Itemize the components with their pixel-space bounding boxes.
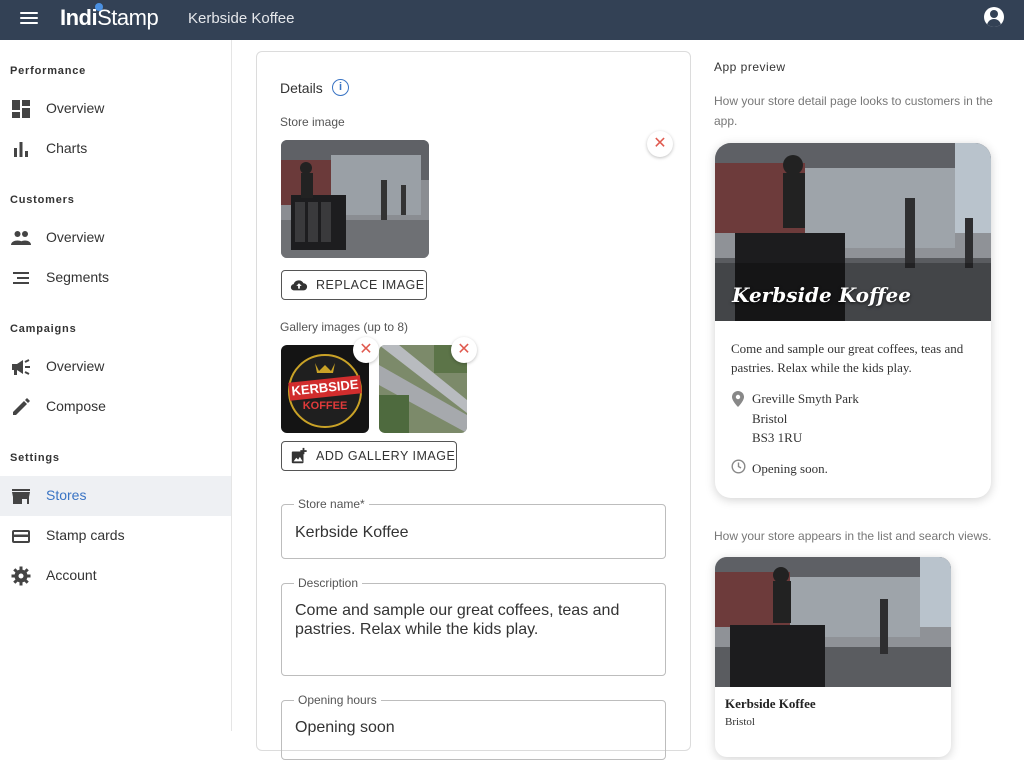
store-title: Kerbside Koffee [188,10,295,27]
sidebar-item-customers-overview[interactable]: Overview [0,218,231,258]
sidebar-item-label: Segments [46,269,110,285]
opening-hours-value[interactable]: Opening soon [295,718,395,737]
sidebar-item-label: Stores [46,487,87,503]
list-card-store-name: Kerbside Koffee [725,696,816,711]
address-line-1: Greville Smyth Park [752,391,859,406]
details-title: Details [280,80,323,96]
sidebar-item-label: Charts [46,140,88,156]
sidebar-item-compose[interactable]: Compose [0,387,231,427]
store-detail-preview-card: Kerbside Koffee Come and sample our grea… [715,143,991,498]
brand-stamp: Stamp [97,5,159,30]
preview-address: Greville Smyth Park Bristol BS3 1RU [752,389,859,448]
store-name-field[interactable]: Store name* Kerbside Koffee [281,497,666,559]
section-settings: Settings [10,452,60,464]
dashboard-icon [12,100,30,118]
sidebar-item-stamp-cards[interactable]: Stamp cards [0,516,231,556]
pencil-icon [13,398,30,415]
sidebar-item-charts[interactable]: Charts [0,129,231,169]
store-name-label: Store name* [294,497,369,511]
store-list-preview-card: Kerbside Koffee Bristol [715,557,951,757]
section-performance: Performance [10,65,87,77]
replace-image-label: REPLACE IMAGE [316,278,425,292]
opening-hours-label: Opening hours [294,693,381,707]
remove-gallery-image-2-button[interactable]: ✕ [451,337,477,363]
opening-hours-field[interactable]: Opening hours Opening soon [281,693,666,760]
sidebar-item-account[interactable]: Account [0,556,231,596]
sidebar-item-label: Stamp cards [46,527,125,543]
preview-hours: Opening soon. [752,461,828,476]
sidebar: Performance Overview Charts Customers Ov… [0,40,232,731]
remove-gallery-image-1-button[interactable]: ✕ [353,337,379,363]
bar-chart-icon [14,142,28,157]
sidebar-item-label: Compose [46,398,106,414]
store-icon [12,489,30,504]
cloud-upload-icon [290,280,308,291]
clock-icon [731,459,746,474]
hero-store-name: Kerbside Koffee [732,283,911,307]
detail-page-description: How your store detail page looks to cust… [714,94,993,128]
segments-icon [13,272,29,284]
store-image [281,140,429,258]
add-gallery-image-label: ADD GALLERY IMAGE [316,449,456,463]
remove-store-image-button[interactable]: ✕ [647,131,673,157]
app-preview-title: App preview [714,60,786,74]
add-gallery-image-button[interactable]: ADD GALLERY IMAGE [281,441,457,471]
card-icon [12,530,30,543]
brand-indi: Indi [60,5,98,30]
sidebar-item-segments[interactable]: Segments [0,258,231,298]
brand-dot [95,3,103,11]
list-card-image [715,557,951,687]
list-card-city: Bristol [725,716,755,728]
store-name-value[interactable]: Kerbside Koffee [295,523,409,542]
sidebar-item-label: Overview [46,229,105,245]
megaphone-icon [12,359,30,375]
top-app-bar: IndiStamp Kerbside Koffee [0,0,1024,40]
sidebar-item-label: Overview [46,100,105,116]
main-content: Details i Store image ✕ REPLACE IMAGE Ga… [232,40,692,760]
info-icon[interactable]: i [332,79,349,96]
svg-text:KOFFEE: KOFFEE [303,400,348,412]
account-circle-icon[interactable] [984,7,1004,27]
description-field[interactable]: Description Come and sample our great co… [281,576,666,676]
preview-description: Come and sample our great coffees, teas … [731,341,964,375]
address-line-2: Bristol [752,410,788,426]
store-image-label: Store image [280,115,345,129]
description-label: Description [294,576,363,590]
sidebar-item-performance-overview[interactable]: Overview [0,89,231,129]
list-view-description: How your store appears in the list and s… [714,529,992,543]
app-preview-panel: App preview How your store detail page l… [692,40,1024,757]
section-customers: Customers [10,194,75,206]
section-campaigns: Campaigns [10,323,77,335]
gallery-label: Gallery images (up to 8) [280,320,409,334]
address-line-3: BS3 1RU [752,430,803,445]
sidebar-item-campaigns-overview[interactable]: Overview [0,347,231,387]
location-pin-icon [732,391,744,407]
brand-logo[interactable]: IndiStamp [60,5,159,31]
replace-image-button[interactable]: REPLACE IMAGE [281,270,427,300]
add-photo-icon [291,447,307,464]
gear-icon [11,566,31,586]
people-icon [11,231,31,245]
sidebar-item-label: Overview [46,358,105,374]
sidebar-item-stores[interactable]: Stores [0,476,231,516]
description-value[interactable]: Come and sample our great coffees, teas … [295,601,655,639]
menu-icon[interactable] [20,9,40,29]
sidebar-item-label: Account [46,567,97,583]
